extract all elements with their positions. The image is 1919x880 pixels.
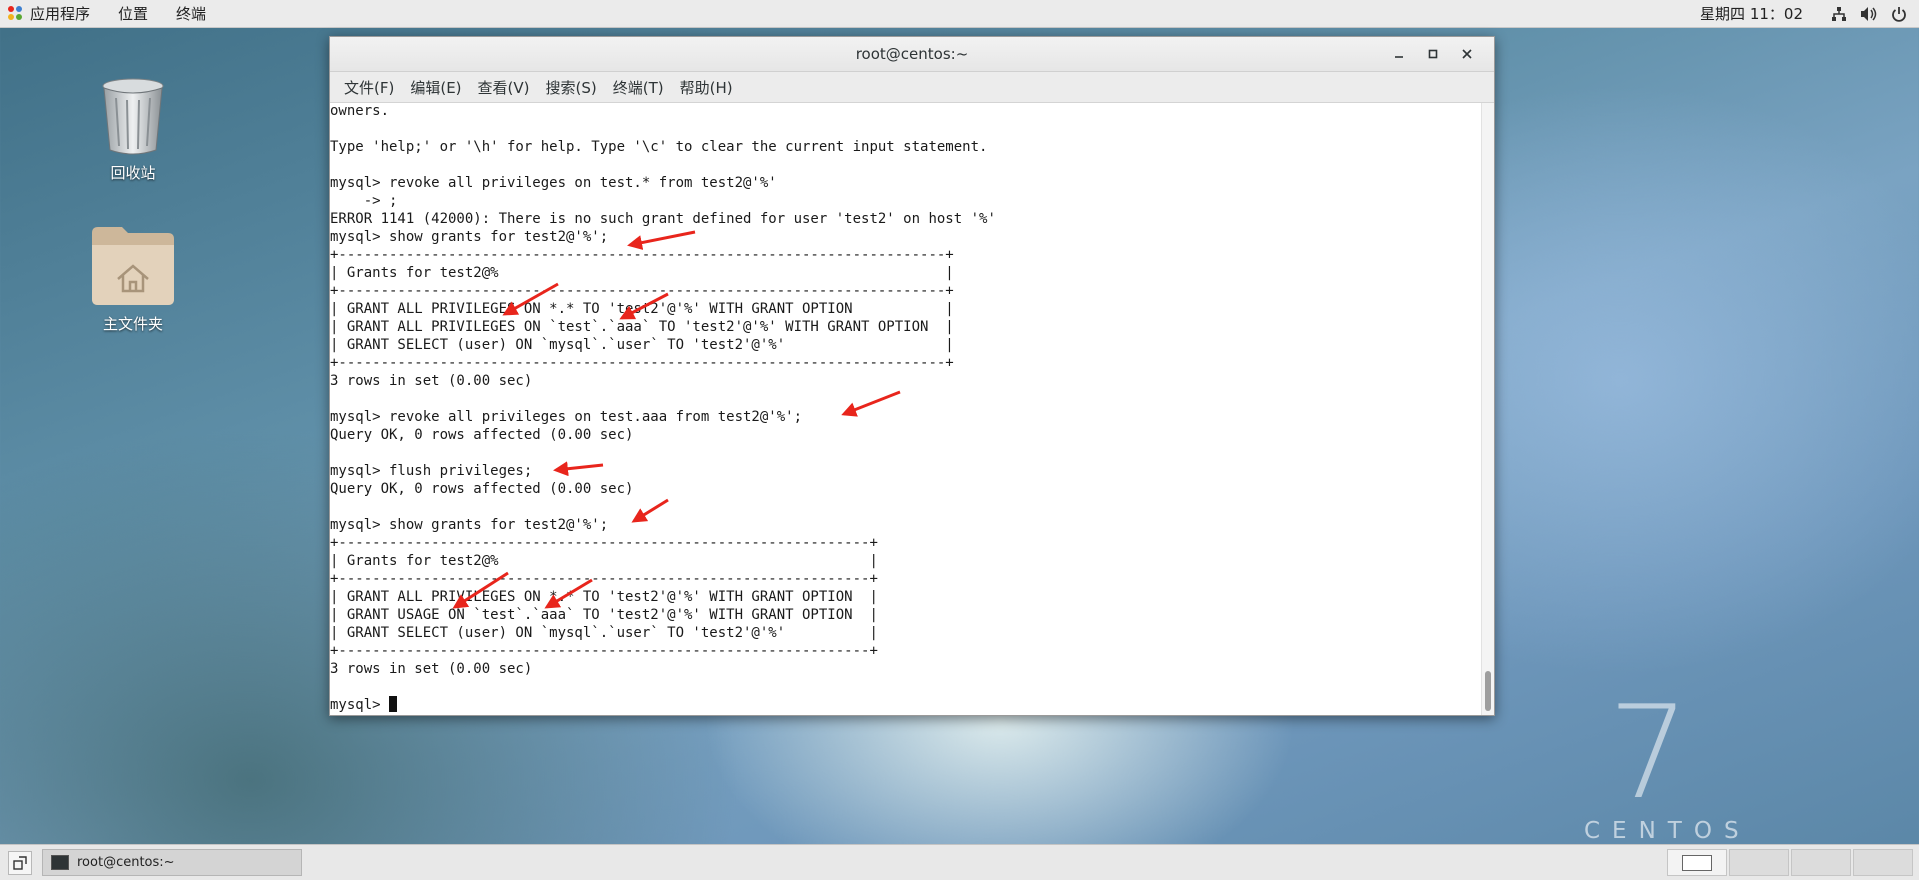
terminal-line: mysql> flush privileges; bbox=[330, 463, 533, 479]
trash-label: 回收站 bbox=[110, 164, 156, 182]
terminal-line: | GRANT ALL PRIVILEGES ON *.* TO 'test2'… bbox=[330, 301, 954, 317]
terminal-line: 3 rows in set (0.00 sec) bbox=[330, 661, 533, 677]
terminal-line: ERROR 1141 (42000): There is no such gra… bbox=[330, 211, 996, 227]
terminal-scrollbar[interactable] bbox=[1481, 103, 1494, 715]
terminal-line: +---------------------------------------… bbox=[330, 247, 954, 263]
applications-menu[interactable]: 应用程序 bbox=[0, 0, 104, 27]
workspace-3[interactable] bbox=[1791, 849, 1851, 876]
power-icon[interactable] bbox=[1889, 4, 1909, 24]
terminal-line: +---------------------------------------… bbox=[330, 643, 878, 659]
minimize-icon bbox=[1395, 56, 1403, 58]
terminal-line: -> ; bbox=[330, 193, 398, 209]
menu-view[interactable]: 查看(V) bbox=[470, 77, 538, 98]
menu-file[interactable]: 文件(F) bbox=[336, 77, 402, 98]
terminal-line: mysql> show grants for test2@'%'; bbox=[330, 229, 609, 245]
close-icon bbox=[1462, 49, 1472, 59]
workspace-2[interactable] bbox=[1729, 849, 1789, 876]
terminal-prompt-line[interactable]: mysql> bbox=[330, 696, 1480, 714]
terminal-cursor bbox=[389, 696, 398, 712]
terminal-line: +---------------------------------------… bbox=[330, 355, 954, 371]
terminal-line: | Grants for test2@% | bbox=[330, 265, 954, 281]
bottom-taskbar: root@centos:~ bbox=[0, 844, 1919, 880]
workspace-1[interactable] bbox=[1667, 849, 1727, 876]
centos-seven-logo: 7 bbox=[1608, 679, 1690, 828]
top-menu: 应用程序 位置 终端 bbox=[0, 0, 220, 27]
workspace-window-preview bbox=[1682, 854, 1712, 871]
terminal-line: mysql> revoke all privileges on test.* f… bbox=[330, 175, 777, 191]
taskbar-terminal-label: root@centos:~ bbox=[77, 855, 175, 870]
terminal-line: Query OK, 0 rows affected (0.00 sec) bbox=[330, 427, 634, 443]
terminal-icon bbox=[51, 855, 69, 870]
terminal-line: 3 rows in set (0.00 sec) bbox=[330, 373, 533, 389]
desktop-icon-trash[interactable]: 回收站 bbox=[73, 76, 193, 183]
window-titlebar[interactable]: root@centos:~ bbox=[330, 37, 1494, 72]
terminal-text: owners. Type 'help;' or '\h' for help. Ty… bbox=[330, 103, 1480, 714]
terminal-line: Type 'help;' or '\h' for help. Type '\c'… bbox=[330, 139, 988, 155]
terminal-output[interactable]: owners. Type 'help;' or '\h' for help. Ty… bbox=[330, 103, 1494, 715]
clock[interactable]: 星期四 11：02 bbox=[1700, 3, 1803, 24]
network-icon[interactable] bbox=[1829, 4, 1849, 24]
centos-wordmark: CENTOS bbox=[1584, 818, 1751, 844]
trash-icon bbox=[102, 78, 164, 155]
home-folder-label: 主文件夹 bbox=[102, 315, 163, 333]
minimize-button[interactable] bbox=[1382, 40, 1416, 68]
terminal-line: +---------------------------------------… bbox=[330, 571, 878, 587]
top-right-area: 星期四 11：02 bbox=[1700, 0, 1919, 27]
menu-help[interactable]: 帮助(H) bbox=[672, 77, 741, 98]
applications-menu-label: 应用程序 bbox=[30, 5, 91, 23]
terminal-prompt: mysql> bbox=[330, 697, 390, 713]
window-controls bbox=[1382, 37, 1484, 71]
terminal-line: +---------------------------------------… bbox=[330, 535, 878, 551]
menu-edit[interactable]: 编辑(E) bbox=[402, 77, 469, 98]
terminal-line: | GRANT SELECT (user) ON `mysql`.`user` … bbox=[330, 625, 878, 641]
menu-search[interactable]: 搜索(S) bbox=[538, 77, 605, 98]
terminal-menu[interactable]: 终端 bbox=[162, 0, 220, 27]
terminal-line: | GRANT SELECT (user) ON `mysql`.`user` … bbox=[330, 337, 954, 353]
maximize-icon bbox=[1428, 49, 1438, 59]
window-menubar: 文件(F) 编辑(E) 查看(V) 搜索(S) 终端(T) 帮助(H) bbox=[330, 72, 1494, 103]
terminal-line: Query OK, 0 rows affected (0.00 sec) bbox=[330, 481, 634, 497]
terminal-line: owners. bbox=[330, 103, 390, 119]
applications-icon bbox=[8, 5, 24, 22]
workspace-4[interactable] bbox=[1853, 849, 1913, 876]
menu-terminal[interactable]: 终端(T) bbox=[605, 77, 672, 98]
maximize-button[interactable] bbox=[1416, 40, 1450, 68]
terminal-line: | GRANT ALL PRIVILEGES ON *.* TO 'test2'… bbox=[330, 589, 878, 605]
terminal-line: | GRANT USAGE ON `test`.`aaa` TO 'test2'… bbox=[330, 607, 878, 623]
close-button[interactable] bbox=[1450, 40, 1484, 68]
show-desktop-icon bbox=[13, 855, 27, 870]
terminal-line: +---------------------------------------… bbox=[330, 283, 954, 299]
terminal-line: | Grants for test2@% | bbox=[330, 553, 878, 569]
window-title: root@centos:~ bbox=[855, 45, 969, 63]
terminal-window[interactable]: root@centos:~ 文件(F) 编辑(E) 查看(V) 搜索(S) 终端… bbox=[329, 36, 1495, 716]
volume-icon[interactable] bbox=[1859, 4, 1879, 24]
terminal-line: | GRANT ALL PRIVILEGES ON `test`.`aaa` T… bbox=[330, 319, 954, 335]
taskbar-terminal-button[interactable]: root@centos:~ bbox=[42, 849, 302, 876]
workspace-switcher bbox=[1665, 849, 1913, 876]
terminal-line: mysql> revoke all privileges on test.aaa… bbox=[330, 409, 803, 425]
top-panel: 应用程序 位置 终端 星期四 11：02 bbox=[0, 0, 1919, 28]
places-menu[interactable]: 位置 bbox=[104, 0, 162, 27]
desktop-icon-home[interactable]: 主文件夹 bbox=[73, 223, 193, 334]
show-desktop-button[interactable] bbox=[8, 850, 32, 875]
terminal-line: mysql> show grants for test2@'%'; bbox=[330, 517, 609, 533]
home-folder-icon bbox=[92, 227, 174, 305]
scrollbar-thumb[interactable] bbox=[1485, 671, 1491, 711]
